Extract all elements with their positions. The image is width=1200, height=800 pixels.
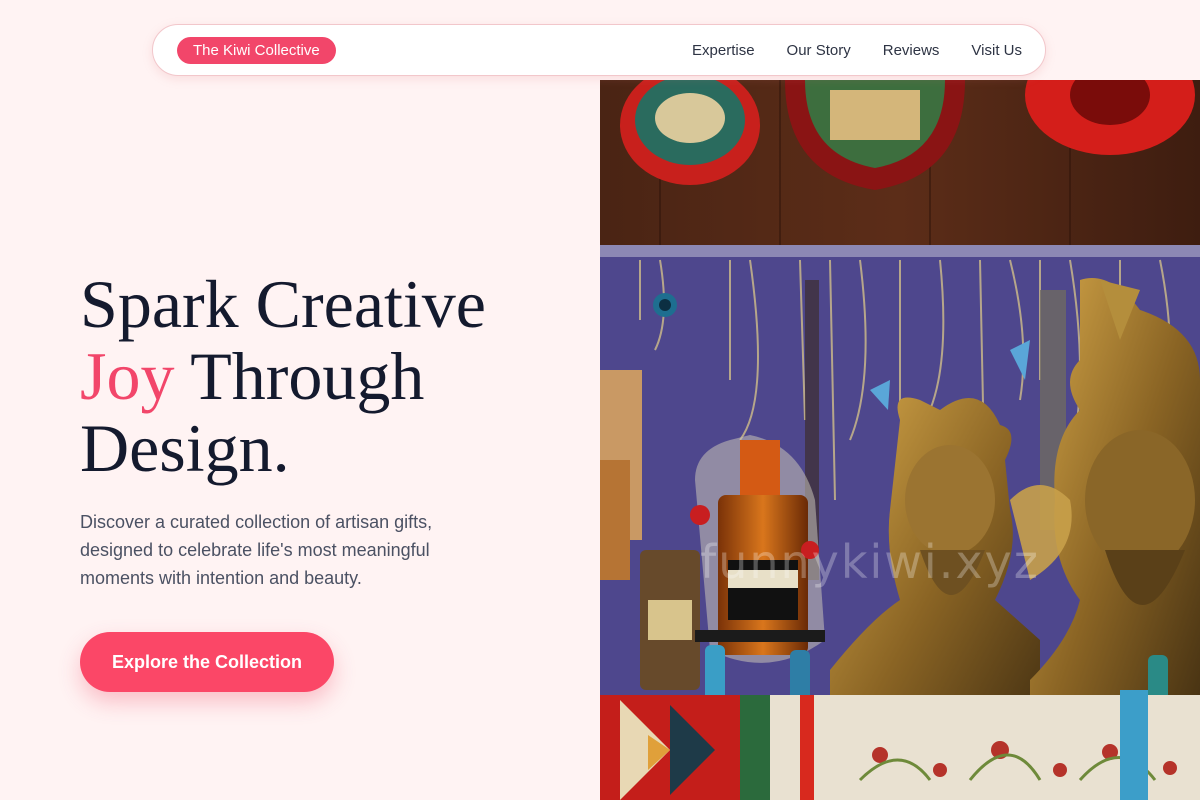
navbar: The Kiwi Collective Expertise Our Story … bbox=[152, 24, 1046, 76]
nav-link-visit-us[interactable]: Visit Us bbox=[971, 42, 1022, 59]
brand-logo[interactable]: The Kiwi Collective bbox=[177, 36, 336, 64]
nav-link-expertise[interactable]: Expertise bbox=[692, 42, 755, 59]
hero-heading-line3: Design. bbox=[80, 410, 290, 486]
hero-heading-line1: Spark Creative bbox=[80, 266, 486, 342]
nav-link-reviews[interactable]: Reviews bbox=[883, 42, 940, 59]
landing-page: funnykiwi.xyz The Kiwi Collective Expert… bbox=[0, 0, 1200, 800]
image-watermark: funnykiwi.xyz bbox=[700, 535, 1040, 589]
nav-link-our-story[interactable]: Our Story bbox=[787, 42, 851, 59]
hero-heading: Spark Creative Joy Through Design. bbox=[80, 268, 580, 484]
hero-heading-line2: Through bbox=[174, 338, 425, 414]
explore-collection-button[interactable]: Explore the Collection bbox=[80, 632, 334, 692]
hero-image: funnykiwi.xyz bbox=[600, 80, 1200, 800]
hero-subtitle: Discover a curated collection of artisan… bbox=[80, 512, 433, 588]
hero-heading-accent: Joy bbox=[80, 338, 175, 414]
souvenir-shop-illustration bbox=[600, 80, 1200, 800]
nav-links: Expertise Our Story Reviews Visit Us bbox=[692, 42, 1022, 59]
